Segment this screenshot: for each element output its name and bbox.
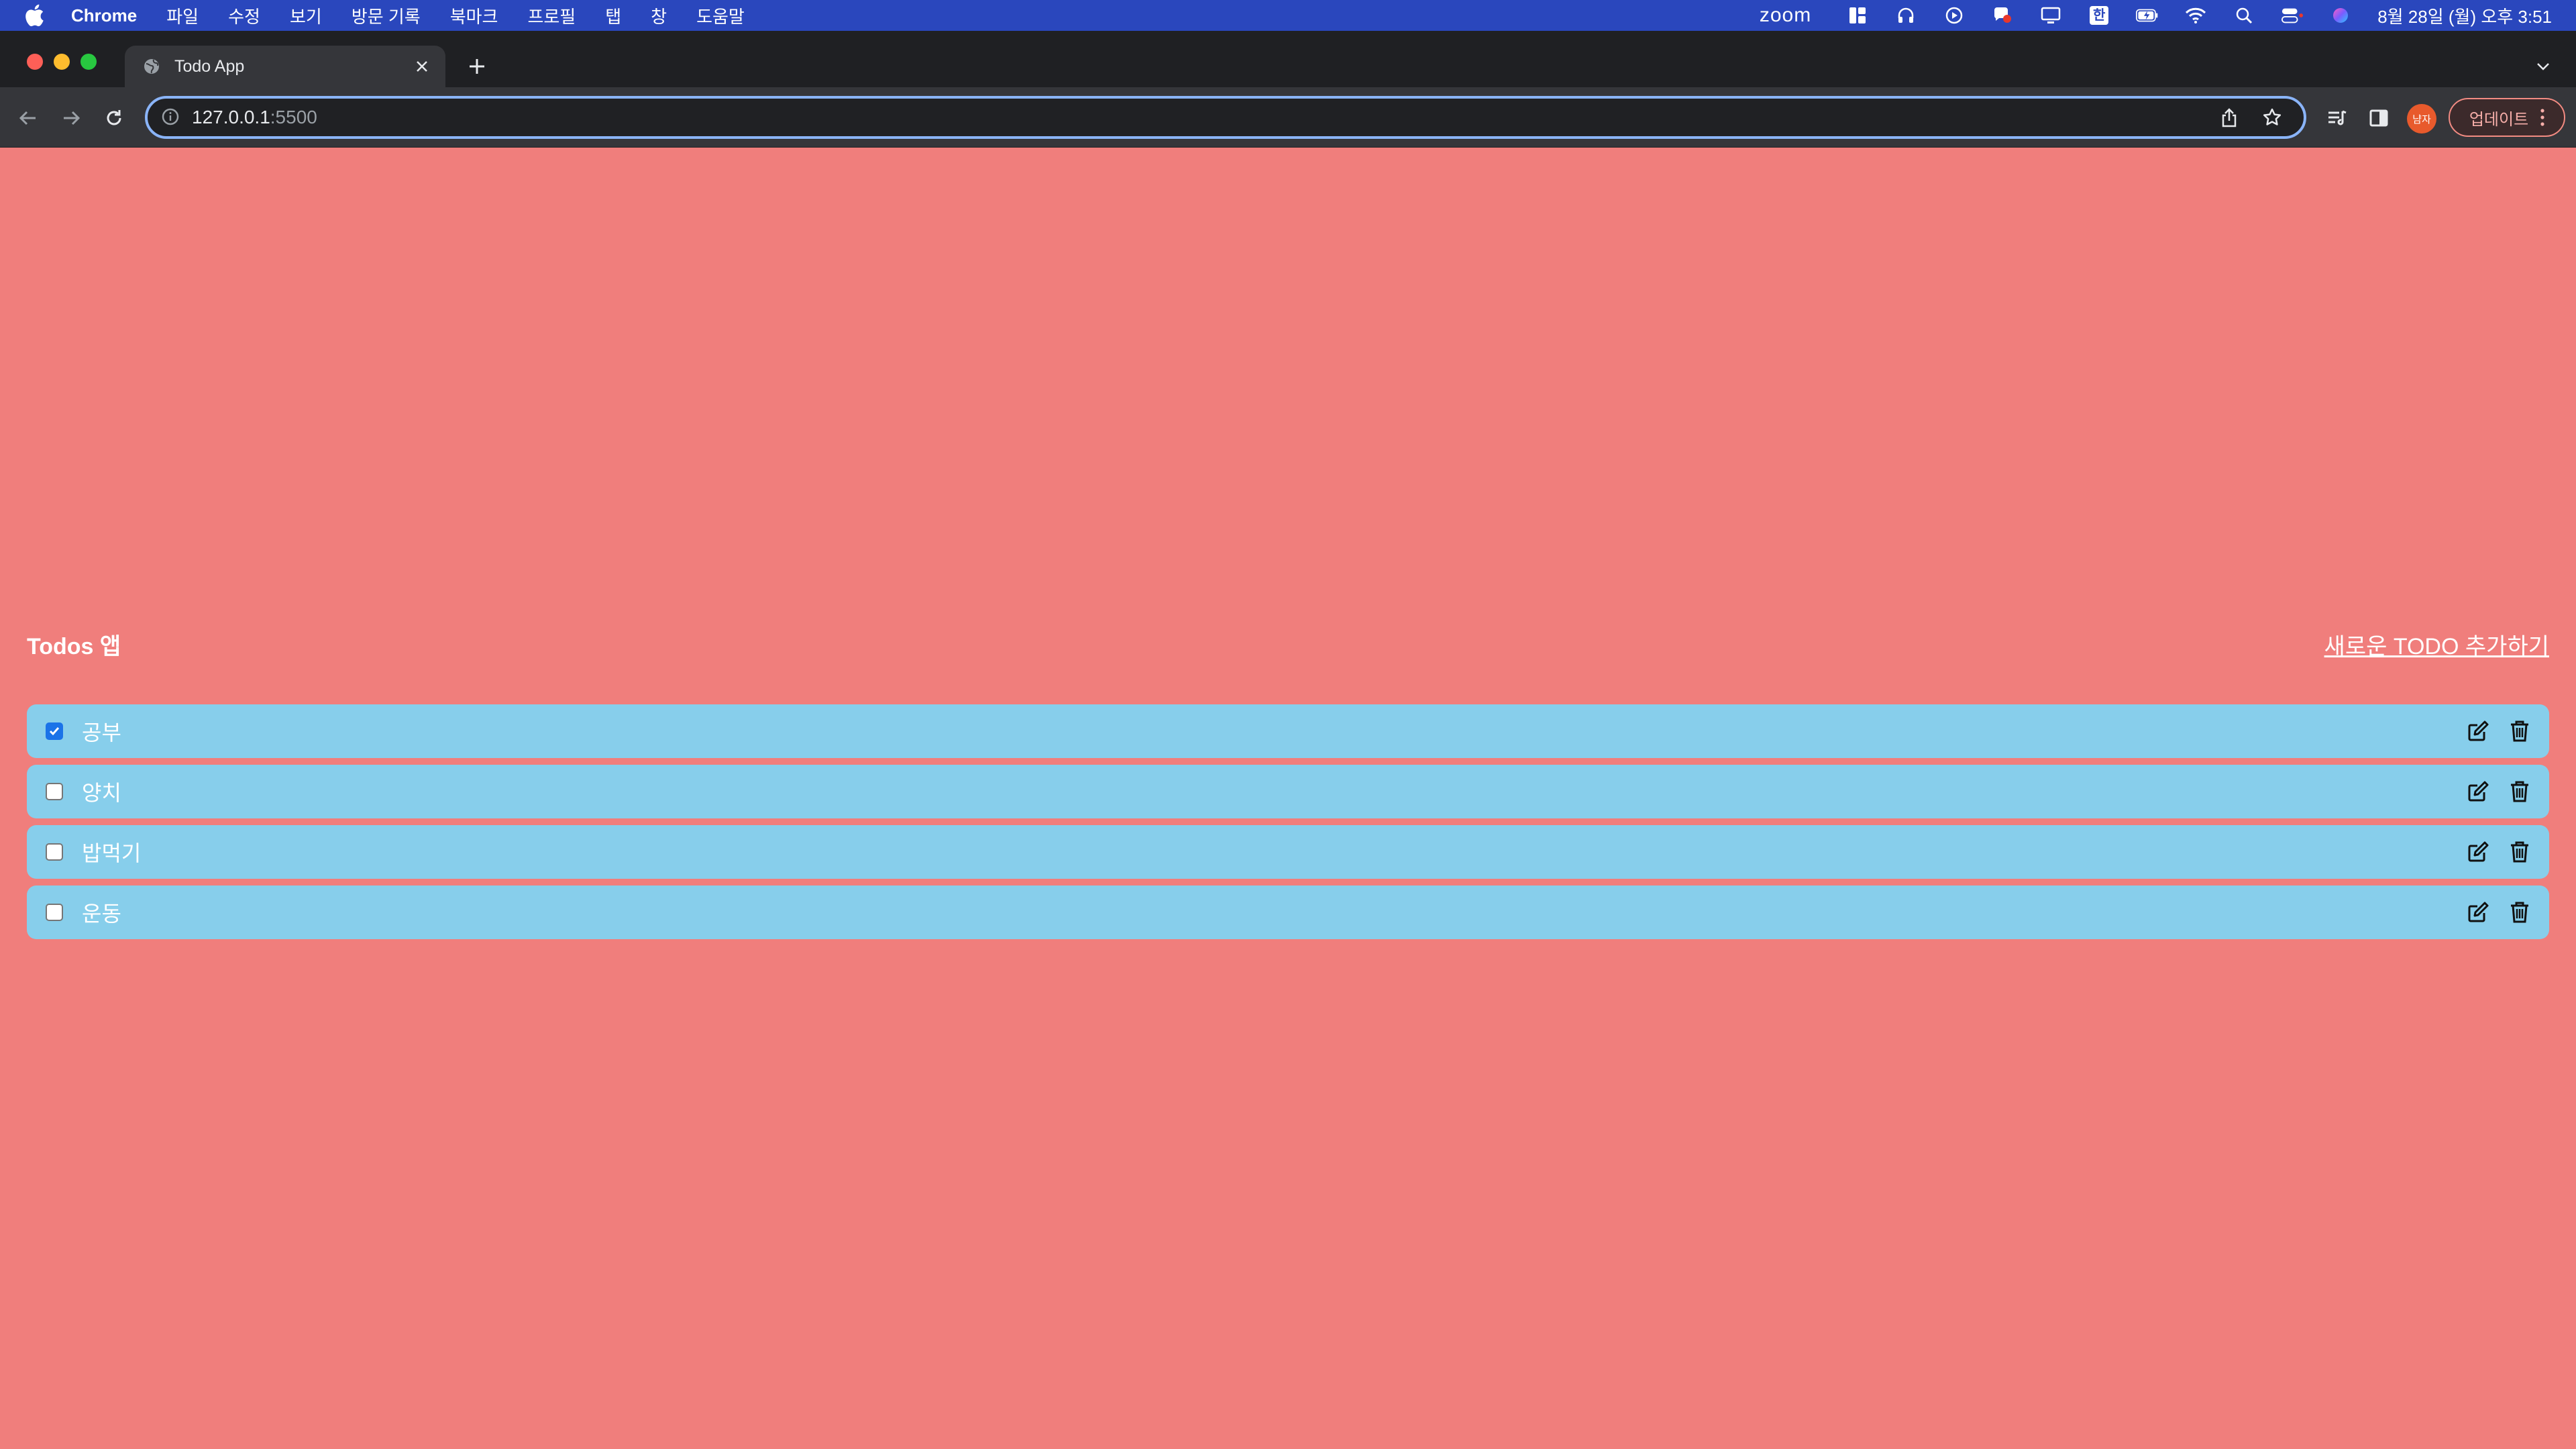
todo-checkbox[interactable] [46,722,63,740]
chat-record-icon[interactable] [1991,4,2014,27]
add-todo-link[interactable]: 새로운 TODO 추가하기 [2324,628,2549,661]
app-title: Todos 앱 [27,634,121,659]
browser-tab-active[interactable]: Todo App [125,46,445,87]
trash-icon[interactable] [2506,778,2533,805]
address-url[interactable]: 127.0.0.1:5500 [192,107,2218,128]
new-tab-icon[interactable] [466,55,488,78]
update-button[interactable]: 업데이트 [2449,98,2565,137]
zoom-status-label[interactable]: zoom [1760,4,1811,27]
todo-text: 양치 [82,781,121,805]
todo-checkbox[interactable] [46,783,63,800]
kebab-menu-icon[interactable] [2540,109,2544,126]
trash-icon[interactable] [2506,899,2533,926]
trash-icon[interactable] [2506,718,2533,745]
display-icon[interactable] [2039,4,2062,27]
minimize-window-button[interactable] [54,54,70,70]
grid-app-icon[interactable] [1846,4,1869,27]
menu-help[interactable]: 도움말 [696,3,745,28]
input-method-label: 한 [2090,6,2109,25]
todo-checkbox[interactable] [46,843,63,861]
menu-history[interactable]: 방문 기록 [352,3,421,28]
tab-search-chevron-icon[interactable] [2533,56,2553,76]
close-window-button[interactable] [27,54,43,70]
input-method-icon[interactable]: 한 [2088,4,2110,27]
spotlight-search-icon[interactable] [2233,4,2255,27]
control-center-icon[interactable] [2281,4,2304,27]
todo-text: 공부 [82,720,121,745]
menubar-app-name[interactable]: Chrome [71,5,137,26]
todo-item: 양치 [27,765,2549,818]
share-icon[interactable] [2218,106,2241,129]
close-tab-icon[interactable] [412,56,432,76]
siri-icon[interactable] [2329,4,2352,27]
edit-icon[interactable] [2465,839,2491,865]
edit-icon[interactable] [2465,718,2491,745]
maximize-window-button[interactable] [80,54,97,70]
battery-icon[interactable] [2136,4,2159,27]
globe-icon [142,57,161,76]
browser-tabstrip: Todo App [0,31,2576,87]
todo-item: 운동 [27,885,2549,939]
edit-icon[interactable] [2465,899,2491,926]
page-viewport: Todos 앱 새로운 TODO 추가하기 공부 양치 밥먹기 운동 [0,148,2576,1449]
profile-avatar[interactable]: 냠자 [2407,104,2436,133]
edit-icon[interactable] [2465,778,2491,805]
side-panel-icon[interactable] [2367,106,2391,130]
todo-text: 운동 [82,902,121,926]
todo-checkbox[interactable] [46,904,63,921]
browser-toolbar: 127.0.0.1:5500 [0,87,2576,148]
forward-arrow-icon[interactable] [59,106,83,130]
macos-menubar: Chrome 파일 수정 보기 방문 기록 북마크 프로필 탭 창 도움말 zo… [0,0,2576,31]
bookmark-star-icon[interactable] [2261,106,2284,129]
menu-bookmarks[interactable]: 북마크 [450,3,498,28]
address-bar[interactable]: 127.0.0.1:5500 [145,96,2306,139]
menu-profile[interactable]: 프로필 [527,3,576,28]
todo-text: 밥먹기 [82,841,142,865]
menu-window[interactable]: 창 [651,3,667,28]
trash-icon[interactable] [2506,839,2533,865]
site-info-icon[interactable] [161,107,181,127]
menu-view[interactable]: 보기 [290,3,322,28]
menu-tab[interactable]: 탭 [605,3,621,28]
reload-icon[interactable] [102,106,126,130]
menu-edit[interactable]: 수정 [228,3,260,28]
tab-title: Todo App [174,56,245,76]
update-button-label: 업데이트 [2469,110,2529,129]
headphones-icon[interactable] [1894,4,1917,27]
menu-file[interactable]: 파일 [166,3,199,28]
url-host: 127.0.0.1 [192,107,270,127]
apple-icon[interactable] [24,4,47,27]
back-arrow-icon[interactable] [16,106,40,130]
wifi-icon[interactable] [2184,4,2207,27]
window-controls [27,54,107,70]
play-circle-icon[interactable] [1943,4,1966,27]
reading-list-icon[interactable] [2325,106,2349,130]
menubar-clock[interactable]: 8월 28일 (월) 오후 3:51 [2377,3,2552,28]
todo-item: 밥먹기 [27,825,2549,879]
url-port: :5500 [270,107,317,127]
todo-list: 공부 양치 밥먹기 운동 [27,704,2549,946]
app-header: Todos 앱 새로운 TODO 추가하기 [27,628,2549,661]
todo-item: 공부 [27,704,2549,758]
